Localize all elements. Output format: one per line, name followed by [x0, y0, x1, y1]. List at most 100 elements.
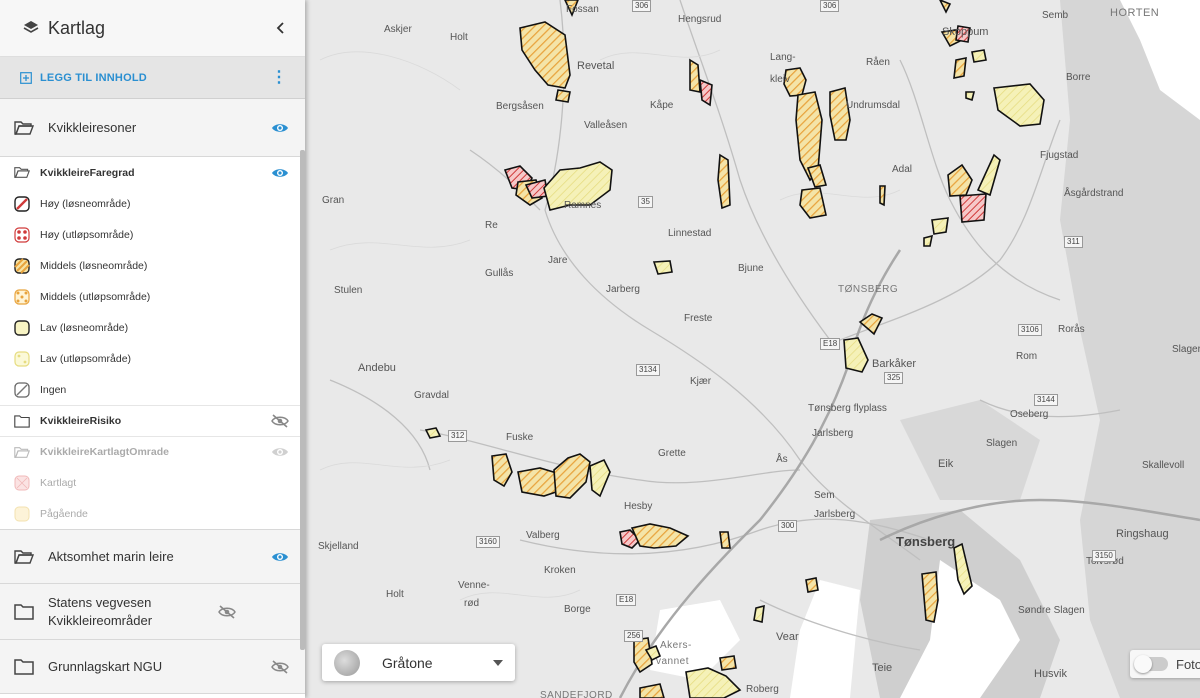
place-label: Fjugstad [1040, 150, 1079, 161]
legend-swatch-icon [14, 226, 30, 243]
photo-toggle[interactable]: Foto [1130, 650, 1200, 678]
legend-swatch-icon [14, 381, 30, 398]
place-label: Kåpe [650, 100, 674, 111]
layer-group-kvikkleiresoner[interactable]: Kvikkleiresoner [0, 99, 305, 157]
legend-item: Høy (løsneområde) [0, 188, 305, 219]
photo-toggle-label: Foto [1176, 656, 1200, 672]
eye-icon[interactable] [271, 122, 289, 134]
folder-open-icon [14, 446, 30, 459]
legend-label: Lav (løsneområde) [40, 321, 129, 334]
sublayer-risiko[interactable]: KvikkleireRisiko [0, 405, 305, 436]
road-shield: 300 [778, 520, 798, 532]
layer-group-statens-vegvesen[interactable]: Statens vegvesen Kvikkleireområder [0, 584, 305, 640]
eye-off-icon[interactable] [218, 604, 236, 619]
legend-swatch-icon [14, 506, 30, 522]
legend-item: Kartlagt [0, 467, 305, 498]
place-label: Valleåsen [584, 120, 628, 131]
folder-open-icon [14, 120, 34, 136]
place-label: Rorås [1058, 324, 1085, 335]
eye-icon[interactable] [271, 551, 289, 563]
place-label: Hengsrud [678, 14, 722, 25]
legend-label: Middels (utløpsområde) [40, 290, 151, 303]
legend-swatch-icon [14, 195, 30, 212]
place-label: Bjune [738, 263, 764, 274]
layer-group-label: Grunnlagskart NGU [48, 658, 163, 674]
place-label: Ås [776, 454, 788, 465]
more-menu-icon[interactable]: ⋮ [271, 69, 287, 85]
place-label: rød [464, 598, 479, 609]
place-label: Gravdal [414, 390, 450, 401]
toggle-switch[interactable] [1134, 655, 1168, 673]
place-label: Sem [814, 490, 835, 501]
place-label: TØNSBERG [838, 284, 899, 295]
road-shield: 311 [1064, 236, 1083, 248]
place-label: Semb [1042, 10, 1069, 21]
layer-group-ngu[interactable]: Grunnlagskart NGU [0, 640, 305, 694]
place-label: Jarberg [606, 284, 640, 295]
place-label: Søndre Slagen [1018, 605, 1085, 616]
legend-item: Lav (utløpsområde) [0, 343, 305, 374]
collapse-chevron-icon[interactable] [275, 21, 287, 35]
place-label: Venne- [458, 580, 490, 591]
road-shield: 306 [632, 0, 652, 12]
place-label: HORTEN [1110, 7, 1160, 19]
legend-swatch-icon [14, 319, 30, 336]
add-box-icon[interactable] [20, 71, 32, 84]
layer-group-aktsomhet[interactable]: Aktsomhet marin leire [0, 529, 305, 584]
eye-off-icon[interactable] [271, 414, 289, 428]
basemap-selector[interactable]: Gråtone [322, 644, 515, 681]
panel-title: Kartlag [48, 17, 106, 38]
panel-scrollbar[interactable] [300, 150, 305, 650]
place-label: Slager [1172, 344, 1200, 355]
eye-icon[interactable] [271, 167, 289, 179]
place-label: Skallevoll [1142, 460, 1185, 471]
road-shield: 3106 [1018, 324, 1042, 336]
basemap-thumbnail [334, 649, 360, 676]
place-label: Grette [658, 448, 686, 459]
place-label: Adal [892, 164, 913, 175]
eye-off-icon[interactable] [271, 659, 289, 674]
road-shield: E18 [616, 594, 637, 606]
legend-swatch-icon [14, 288, 30, 305]
legend-item: Høy (utløpsområde) [0, 219, 305, 250]
place-label: Slagen [986, 438, 1018, 449]
legend-swatch-icon [14, 257, 30, 274]
folder-icon [14, 414, 30, 428]
road-shield: 3150 [1092, 550, 1116, 562]
add-content-button[interactable]: LEGG TIL INNHOLD [40, 72, 271, 84]
place-label: Tønsberg [896, 534, 956, 549]
place-label: Re [485, 220, 498, 231]
place-label: Bergsåsen [496, 101, 544, 112]
place-label: Rom [1016, 351, 1038, 362]
panel-header: Kartlag [0, 0, 305, 57]
place-label: SANDEFJORD [540, 690, 613, 698]
eye-icon[interactable] [271, 446, 289, 458]
legend-label: Ingen [40, 383, 67, 396]
place-label: Jarlsberg [814, 509, 856, 520]
road-shield: 325 [884, 372, 904, 384]
legend-label: Kartlagt [40, 476, 77, 489]
legend-label: Lav (utløpsområde) [40, 352, 132, 365]
place-label: Revetal [577, 60, 615, 72]
place-label: Fuske [506, 432, 534, 443]
place-label: Husvik [1034, 668, 1068, 680]
legend-label: Høy (utløpsområde) [40, 228, 134, 241]
place-label: Valberg [526, 530, 560, 541]
dropdown-arrow-icon[interactable] [493, 659, 503, 666]
folder-icon [14, 658, 34, 675]
place-label: Freste [684, 313, 713, 324]
layer-group-label: Aktsomhet marin leire [48, 548, 174, 564]
place-label: Linnestad [668, 228, 712, 239]
place-label: kleiv [770, 74, 791, 85]
sublayer-kartlagt[interactable]: KvikkleireKartlagtOmrade [0, 436, 305, 467]
legend-item: Middels (løsneområde) [0, 250, 305, 281]
place-label: Teie [872, 662, 893, 674]
place-label: Lang- [770, 52, 796, 63]
place-label: Oseberg [1010, 409, 1049, 420]
road-shield: 256 [624, 630, 644, 642]
road-shield: 3160 [476, 536, 500, 548]
legend-swatch-icon [14, 475, 30, 491]
place-label: Gran [322, 195, 345, 206]
layers-icon [22, 19, 40, 37]
sublayer-faregrad[interactable]: KvikkleireFaregrad [0, 157, 305, 188]
